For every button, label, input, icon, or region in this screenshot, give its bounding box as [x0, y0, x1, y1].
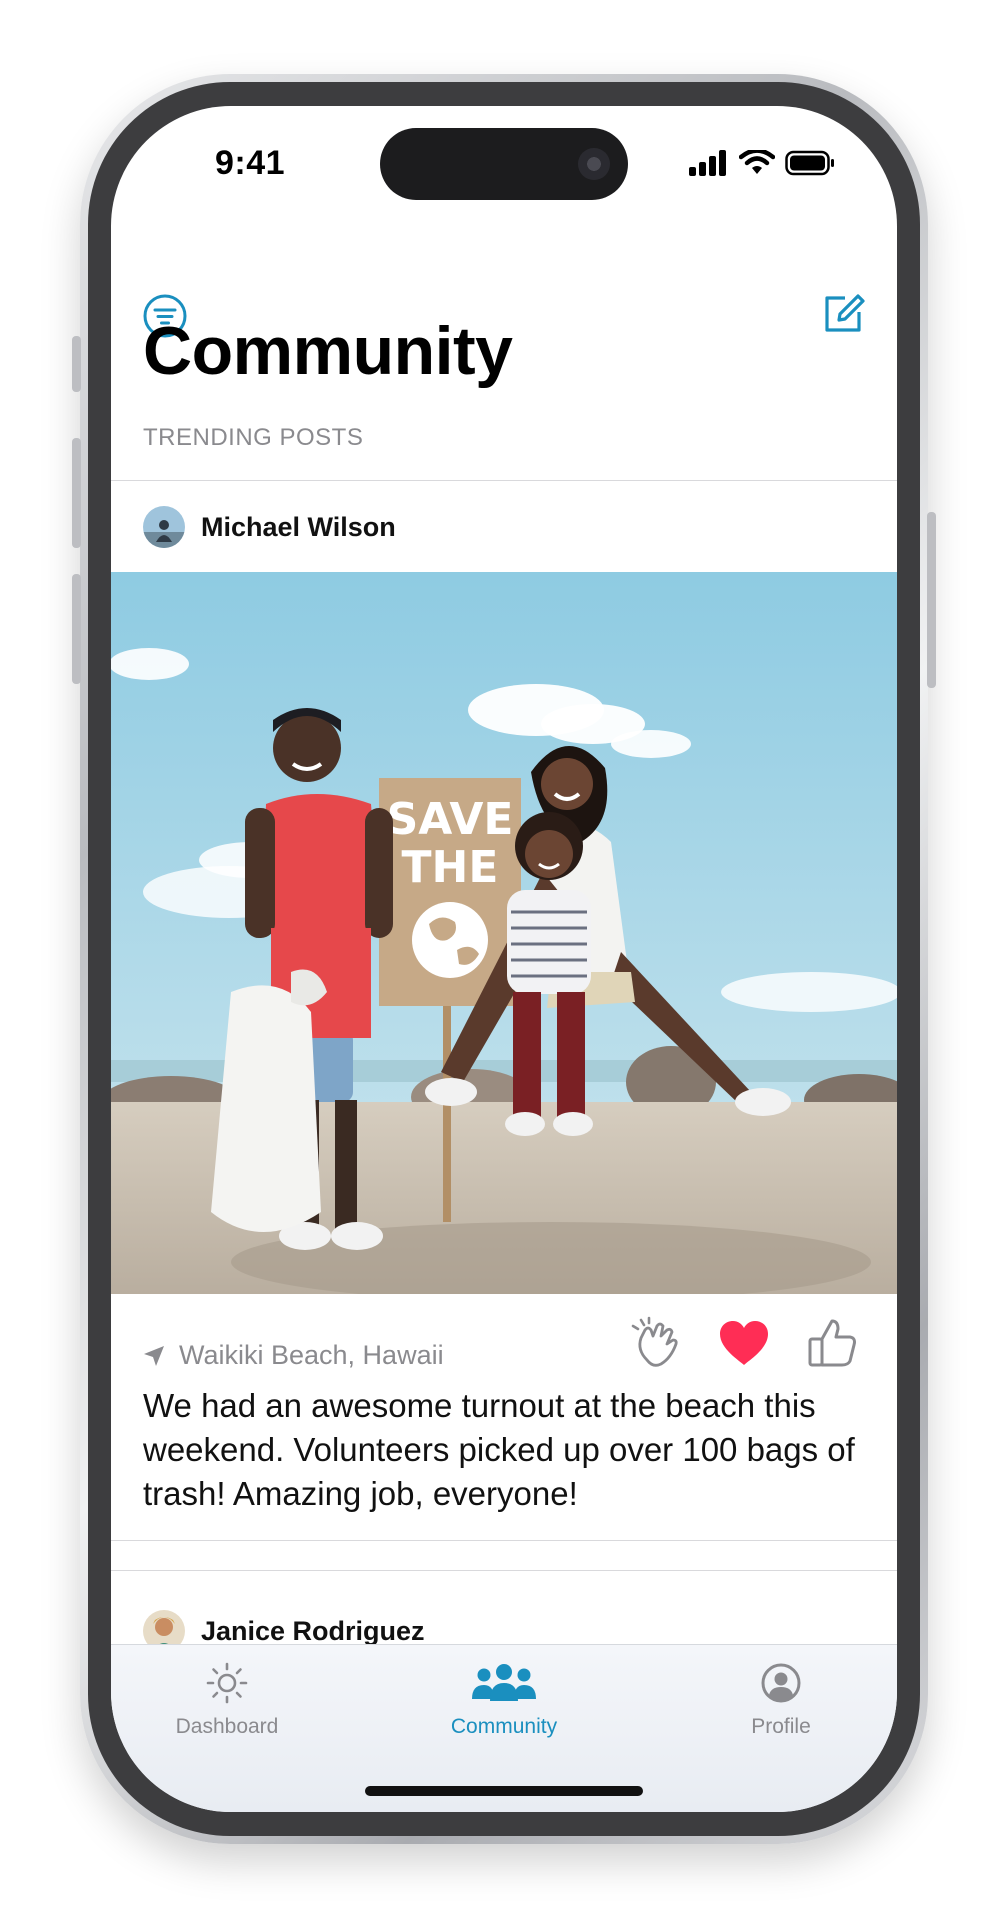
volume-down-button	[72, 574, 81, 684]
sign-text-line-2: THE	[402, 842, 499, 893]
camera-icon	[578, 148, 610, 180]
post-photo[interactable]: SAVE THE	[111, 572, 897, 1294]
volume-up-button	[72, 438, 81, 548]
tab-label: Dashboard	[175, 1715, 279, 1738]
tab-profile[interactable]: Profile	[681, 1661, 881, 1739]
sign-text-line-1: SAVE	[387, 794, 514, 845]
action-button	[72, 336, 81, 392]
heart-icon	[720, 1321, 768, 1365]
location-text: Waikiki Beach, Hawaii	[179, 1340, 444, 1370]
avatar[interactable]	[143, 506, 185, 548]
post-text: We had an awesome turnout at the beach t…	[143, 1387, 855, 1512]
person-circle-icon	[761, 1663, 801, 1703]
home-indicator[interactable]	[365, 1786, 643, 1796]
cellular-signal-icon	[689, 150, 726, 176]
power-button	[927, 512, 936, 688]
thumbs-up-icon	[808, 1319, 856, 1367]
post-location: Waikiki Beach, Hawaii	[143, 1340, 444, 1371]
tab-label: Community	[450, 1715, 558, 1738]
status-time: 9:41	[215, 144, 286, 182]
dynamic-island	[380, 128, 628, 200]
clap-reaction-button[interactable]	[627, 1314, 685, 1372]
screen: 9:41 Community TRENDING POSTS Michael Wi…	[111, 106, 897, 1812]
post-author-row[interactable]: Michael Wilson	[143, 506, 396, 548]
reaction-bar	[627, 1314, 861, 1372]
clap-icon	[631, 1316, 678, 1367]
avatar-image	[143, 506, 185, 548]
page-title: Community	[143, 313, 513, 389]
post-divider	[111, 1540, 897, 1541]
author-name[interactable]: Michael Wilson	[201, 512, 396, 543]
compose-button[interactable]	[819, 290, 867, 338]
people-icon	[472, 1664, 536, 1701]
location-arrow-icon	[144, 1345, 164, 1366]
battery-icon	[785, 150, 834, 176]
sun-icon	[206, 1662, 248, 1704]
status-icons	[689, 150, 835, 176]
header-divider	[111, 480, 897, 481]
tab-label: Profile	[751, 1715, 811, 1738]
beach-cleanup-photo: SAVE THE	[111, 572, 897, 1294]
section-label: TRENDING POSTS	[143, 424, 364, 451]
author-name[interactable]: Janice Rodriguez	[201, 1616, 425, 1647]
thumbs-up-reaction-button[interactable]	[803, 1314, 861, 1372]
post-divider-2	[111, 1570, 897, 1571]
compose-icon	[825, 294, 865, 332]
heart-reaction-button[interactable]	[715, 1314, 773, 1372]
tab-dashboard[interactable]: Dashboard	[127, 1661, 327, 1739]
tab-community[interactable]: Community	[404, 1661, 604, 1739]
wifi-icon	[739, 150, 775, 174]
